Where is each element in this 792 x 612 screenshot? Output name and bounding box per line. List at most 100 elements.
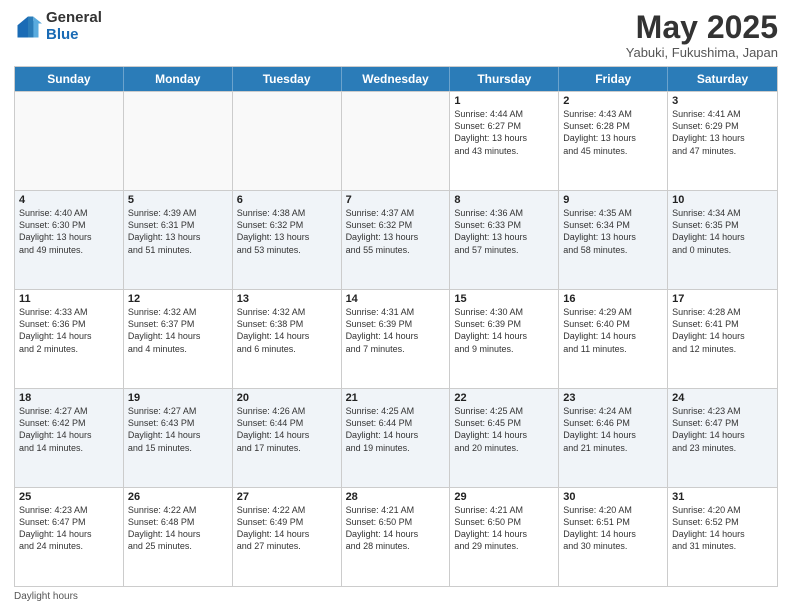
calendar: SundayMondayTuesdayWednesdayThursdayFrid… xyxy=(14,66,778,587)
header: General Blue May 2025 Yabuki, Fukushima,… xyxy=(14,10,778,60)
day-info: Sunrise: 4:20 AM Sunset: 6:52 PM Dayligh… xyxy=(672,504,773,553)
day-number: 22 xyxy=(454,392,554,404)
header-day-tuesday: Tuesday xyxy=(233,67,342,91)
day-cell-5: 5Sunrise: 4:39 AM Sunset: 6:31 PM Daylig… xyxy=(124,191,233,289)
header-day-saturday: Saturday xyxy=(668,67,777,91)
day-number: 25 xyxy=(19,491,119,503)
day-info: Sunrise: 4:44 AM Sunset: 6:27 PM Dayligh… xyxy=(454,108,554,157)
day-number: 30 xyxy=(563,491,663,503)
day-number: 31 xyxy=(672,491,773,503)
day-cell-20: 20Sunrise: 4:26 AM Sunset: 6:44 PM Dayli… xyxy=(233,389,342,487)
calendar-row-2: 11Sunrise: 4:33 AM Sunset: 6:36 PM Dayli… xyxy=(15,289,777,388)
calendar-row-1: 4Sunrise: 4:40 AM Sunset: 6:30 PM Daylig… xyxy=(15,190,777,289)
day-cell-8: 8Sunrise: 4:36 AM Sunset: 6:33 PM Daylig… xyxy=(450,191,559,289)
day-number: 19 xyxy=(128,392,228,404)
day-info: Sunrise: 4:29 AM Sunset: 6:40 PM Dayligh… xyxy=(563,306,663,355)
day-info: Sunrise: 4:23 AM Sunset: 6:47 PM Dayligh… xyxy=(672,405,773,454)
day-info: Sunrise: 4:38 AM Sunset: 6:32 PM Dayligh… xyxy=(237,207,337,256)
day-cell-29: 29Sunrise: 4:21 AM Sunset: 6:50 PM Dayli… xyxy=(450,488,559,586)
day-number: 13 xyxy=(237,293,337,305)
logo: General Blue xyxy=(14,10,102,43)
calendar-row-0: 1Sunrise: 4:44 AM Sunset: 6:27 PM Daylig… xyxy=(15,91,777,190)
day-cell-28: 28Sunrise: 4:21 AM Sunset: 6:50 PM Dayli… xyxy=(342,488,451,586)
day-info: Sunrise: 4:22 AM Sunset: 6:49 PM Dayligh… xyxy=(237,504,337,553)
day-number: 7 xyxy=(346,194,446,206)
day-number: 5 xyxy=(128,194,228,206)
day-number: 4 xyxy=(19,194,119,206)
month-title: May 2025 xyxy=(626,10,778,45)
calendar-row-4: 25Sunrise: 4:23 AM Sunset: 6:47 PM Dayli… xyxy=(15,487,777,586)
day-info: Sunrise: 4:39 AM Sunset: 6:31 PM Dayligh… xyxy=(128,207,228,256)
day-info: Sunrise: 4:27 AM Sunset: 6:42 PM Dayligh… xyxy=(19,405,119,454)
day-cell-25: 25Sunrise: 4:23 AM Sunset: 6:47 PM Dayli… xyxy=(15,488,124,586)
day-number: 11 xyxy=(19,293,119,305)
day-info: Sunrise: 4:23 AM Sunset: 6:47 PM Dayligh… xyxy=(19,504,119,553)
day-number: 17 xyxy=(672,293,773,305)
title-block: May 2025 Yabuki, Fukushima, Japan xyxy=(626,10,778,60)
day-number: 21 xyxy=(346,392,446,404)
day-number: 24 xyxy=(672,392,773,404)
day-cell-21: 21Sunrise: 4:25 AM Sunset: 6:44 PM Dayli… xyxy=(342,389,451,487)
day-number: 29 xyxy=(454,491,554,503)
day-info: Sunrise: 4:20 AM Sunset: 6:51 PM Dayligh… xyxy=(563,504,663,553)
day-cell-11: 11Sunrise: 4:33 AM Sunset: 6:36 PM Dayli… xyxy=(15,290,124,388)
day-cell-24: 24Sunrise: 4:23 AM Sunset: 6:47 PM Dayli… xyxy=(668,389,777,487)
empty-cell xyxy=(342,92,451,190)
calendar-body: 1Sunrise: 4:44 AM Sunset: 6:27 PM Daylig… xyxy=(15,91,777,586)
header-day-thursday: Thursday xyxy=(450,67,559,91)
day-info: Sunrise: 4:27 AM Sunset: 6:43 PM Dayligh… xyxy=(128,405,228,454)
day-cell-9: 9Sunrise: 4:35 AM Sunset: 6:34 PM Daylig… xyxy=(559,191,668,289)
empty-cell xyxy=(124,92,233,190)
location: Yabuki, Fukushima, Japan xyxy=(626,45,778,60)
header-day-friday: Friday xyxy=(559,67,668,91)
day-info: Sunrise: 4:37 AM Sunset: 6:32 PM Dayligh… xyxy=(346,207,446,256)
day-cell-4: 4Sunrise: 4:40 AM Sunset: 6:30 PM Daylig… xyxy=(15,191,124,289)
day-info: Sunrise: 4:40 AM Sunset: 6:30 PM Dayligh… xyxy=(19,207,119,256)
day-number: 27 xyxy=(237,491,337,503)
day-number: 15 xyxy=(454,293,554,305)
day-info: Sunrise: 4:21 AM Sunset: 6:50 PM Dayligh… xyxy=(346,504,446,553)
empty-cell xyxy=(233,92,342,190)
day-info: Sunrise: 4:34 AM Sunset: 6:35 PM Dayligh… xyxy=(672,207,773,256)
day-number: 20 xyxy=(237,392,337,404)
day-info: Sunrise: 4:33 AM Sunset: 6:36 PM Dayligh… xyxy=(19,306,119,355)
day-cell-22: 22Sunrise: 4:25 AM Sunset: 6:45 PM Dayli… xyxy=(450,389,559,487)
day-info: Sunrise: 4:36 AM Sunset: 6:33 PM Dayligh… xyxy=(454,207,554,256)
day-cell-14: 14Sunrise: 4:31 AM Sunset: 6:39 PM Dayli… xyxy=(342,290,451,388)
daylight-hours-label: Daylight hours xyxy=(14,591,78,602)
day-cell-15: 15Sunrise: 4:30 AM Sunset: 6:39 PM Dayli… xyxy=(450,290,559,388)
day-cell-2: 2Sunrise: 4:43 AM Sunset: 6:28 PM Daylig… xyxy=(559,92,668,190)
day-info: Sunrise: 4:21 AM Sunset: 6:50 PM Dayligh… xyxy=(454,504,554,553)
day-cell-12: 12Sunrise: 4:32 AM Sunset: 6:37 PM Dayli… xyxy=(124,290,233,388)
day-number: 1 xyxy=(454,95,554,107)
day-cell-1: 1Sunrise: 4:44 AM Sunset: 6:27 PM Daylig… xyxy=(450,92,559,190)
day-number: 16 xyxy=(563,293,663,305)
day-number: 28 xyxy=(346,491,446,503)
header-day-sunday: Sunday xyxy=(15,67,124,91)
logo-blue-text: Blue xyxy=(46,27,102,44)
day-number: 12 xyxy=(128,293,228,305)
page: General Blue May 2025 Yabuki, Fukushima,… xyxy=(0,0,792,612)
day-number: 9 xyxy=(563,194,663,206)
header-day-wednesday: Wednesday xyxy=(342,67,451,91)
day-number: 2 xyxy=(563,95,663,107)
logo-icon xyxy=(14,13,42,41)
header-day-monday: Monday xyxy=(124,67,233,91)
empty-cell xyxy=(15,92,124,190)
day-cell-30: 30Sunrise: 4:20 AM Sunset: 6:51 PM Dayli… xyxy=(559,488,668,586)
logo-general-text: General xyxy=(46,10,102,27)
day-cell-13: 13Sunrise: 4:32 AM Sunset: 6:38 PM Dayli… xyxy=(233,290,342,388)
day-info: Sunrise: 4:26 AM Sunset: 6:44 PM Dayligh… xyxy=(237,405,337,454)
day-cell-27: 27Sunrise: 4:22 AM Sunset: 6:49 PM Dayli… xyxy=(233,488,342,586)
calendar-row-3: 18Sunrise: 4:27 AM Sunset: 6:42 PM Dayli… xyxy=(15,388,777,487)
day-number: 23 xyxy=(563,392,663,404)
day-number: 3 xyxy=(672,95,773,107)
day-cell-10: 10Sunrise: 4:34 AM Sunset: 6:35 PM Dayli… xyxy=(668,191,777,289)
day-info: Sunrise: 4:30 AM Sunset: 6:39 PM Dayligh… xyxy=(454,306,554,355)
day-info: Sunrise: 4:35 AM Sunset: 6:34 PM Dayligh… xyxy=(563,207,663,256)
day-cell-26: 26Sunrise: 4:22 AM Sunset: 6:48 PM Dayli… xyxy=(124,488,233,586)
day-cell-7: 7Sunrise: 4:37 AM Sunset: 6:32 PM Daylig… xyxy=(342,191,451,289)
day-info: Sunrise: 4:32 AM Sunset: 6:37 PM Dayligh… xyxy=(128,306,228,355)
day-cell-6: 6Sunrise: 4:38 AM Sunset: 6:32 PM Daylig… xyxy=(233,191,342,289)
day-info: Sunrise: 4:43 AM Sunset: 6:28 PM Dayligh… xyxy=(563,108,663,157)
